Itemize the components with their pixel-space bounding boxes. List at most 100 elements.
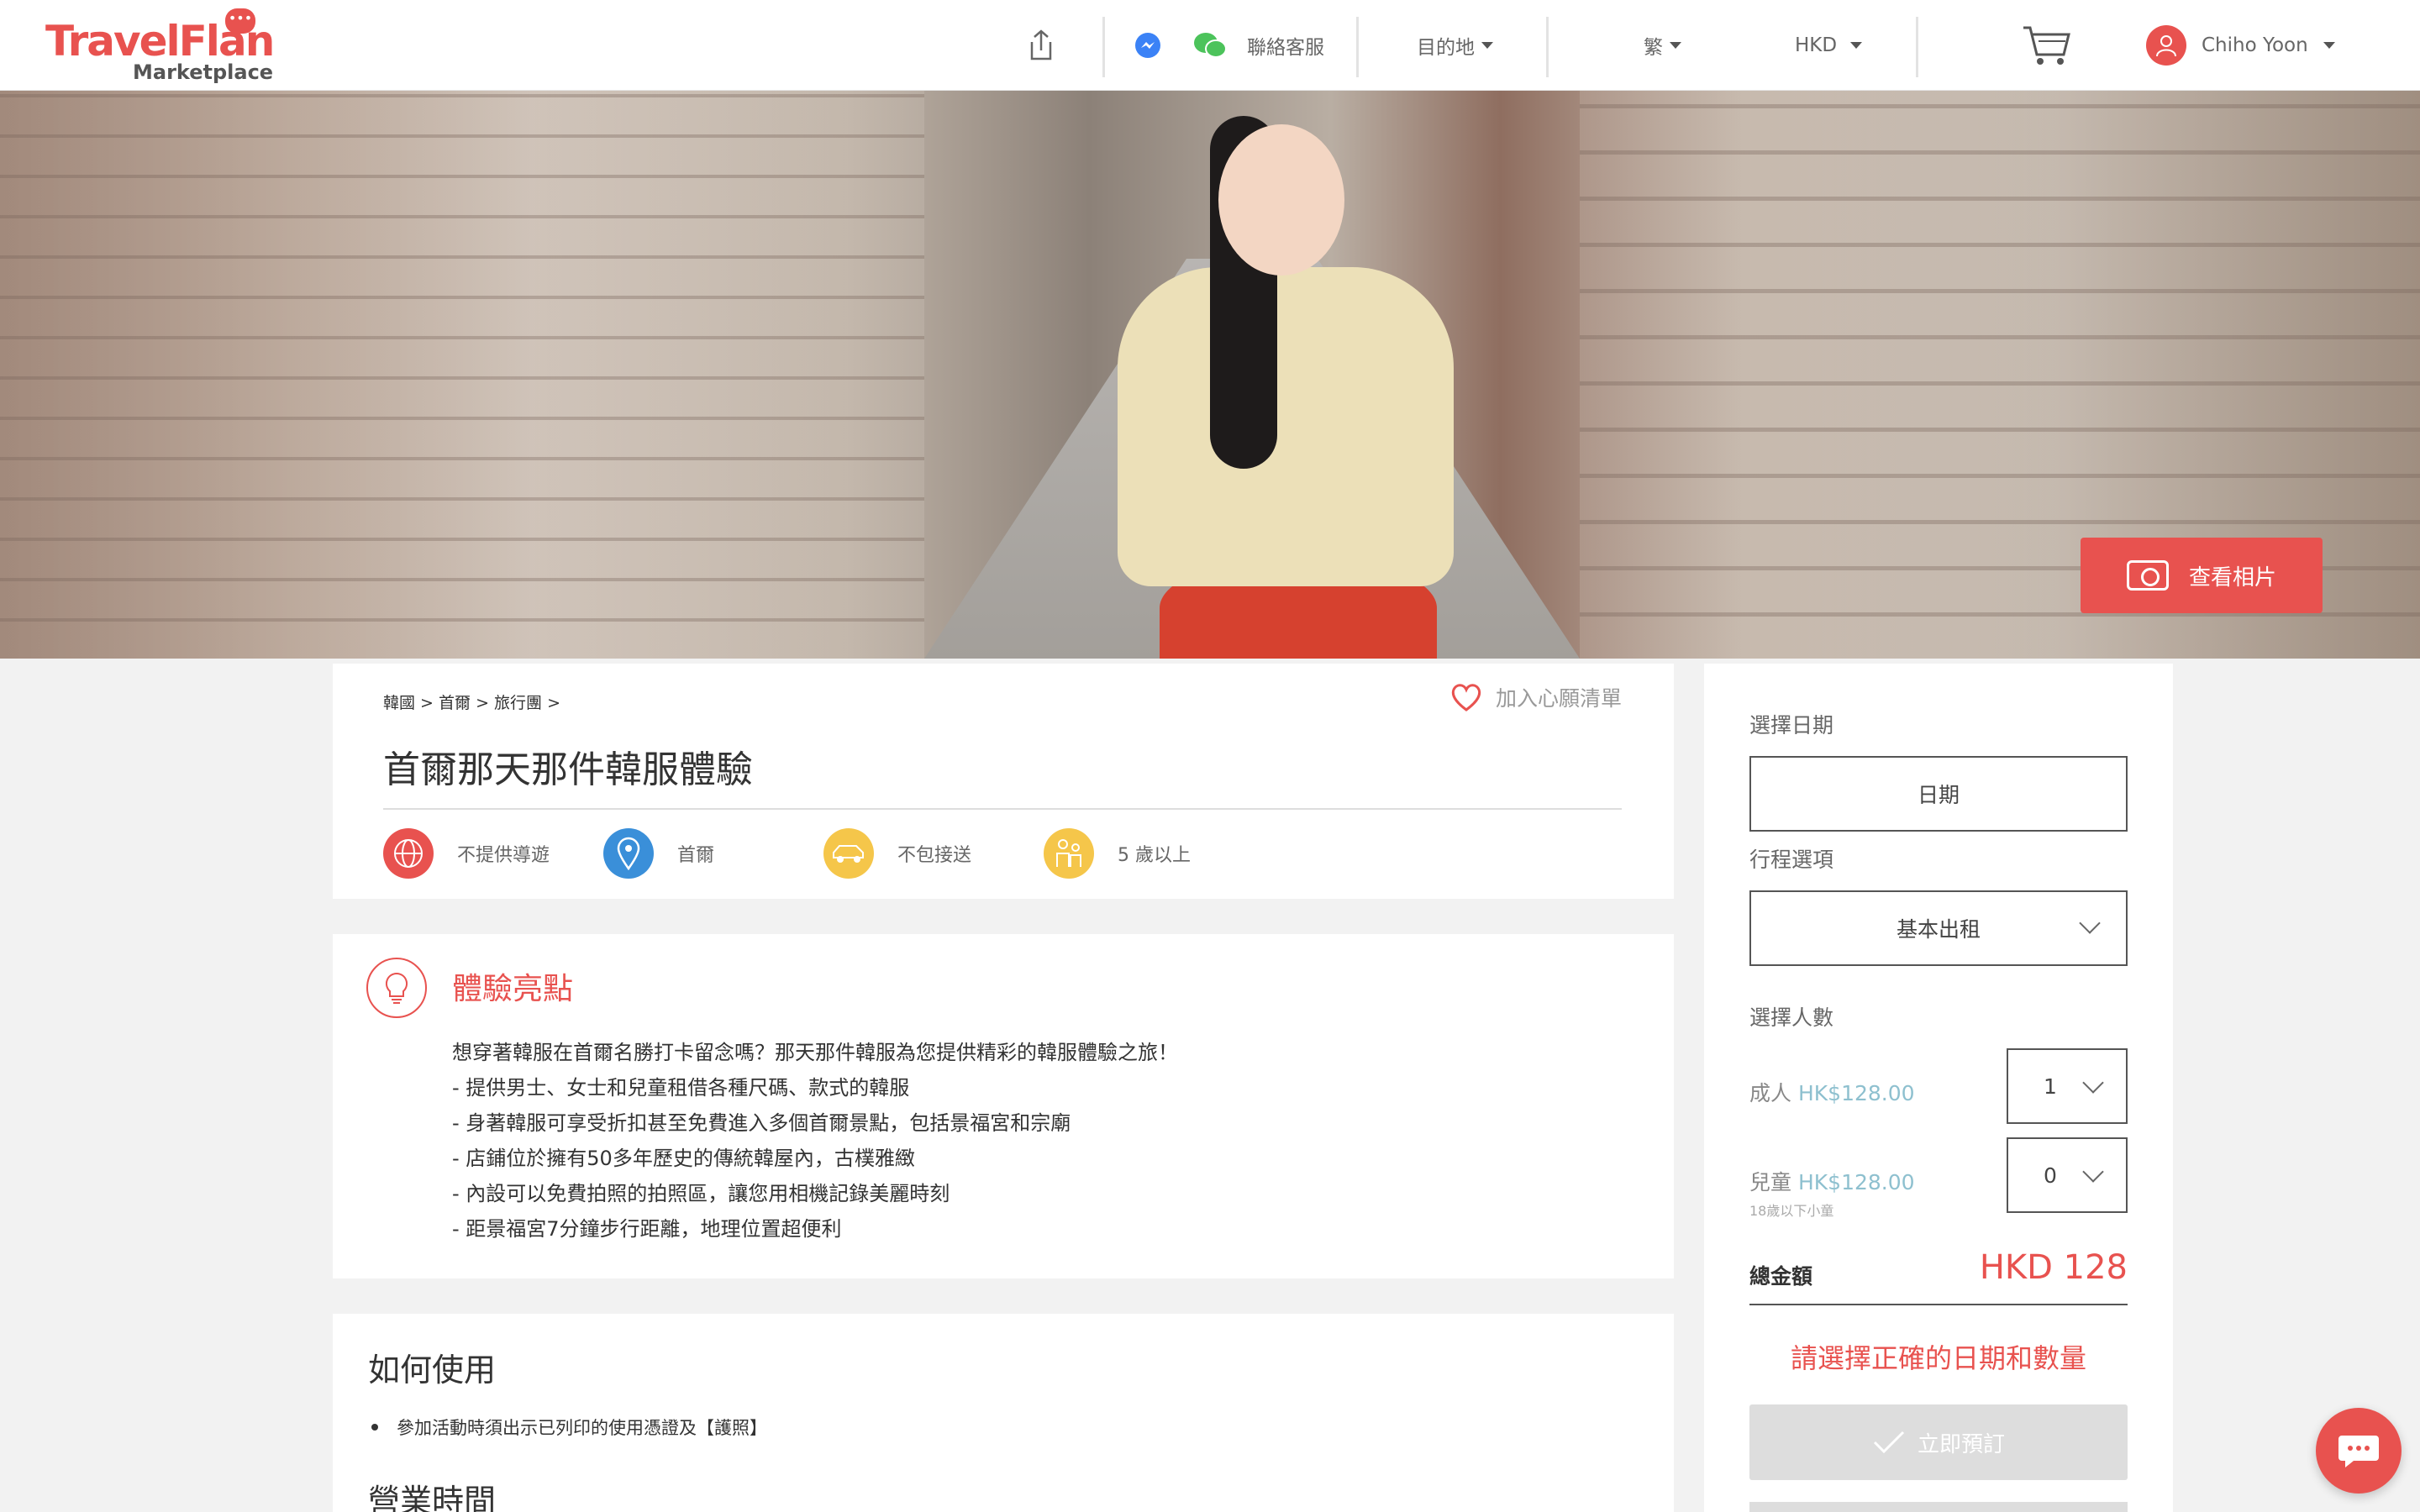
usage-item: 參加活動時須出示已列印的使用憑證及【護照】 — [371, 1415, 767, 1440]
date-label: 選擇日期 — [1749, 713, 1834, 738]
car-icon — [823, 828, 874, 879]
highlight-line: - 店鋪位於擁有50多年歷史的傳統韓屋內，古樸雅緻 — [452, 1147, 915, 1170]
hanbok-woman — [1067, 91, 1470, 659]
logo-chat-bubble-icon: ••• — [225, 8, 255, 34]
adult-qty: 1 — [2044, 1074, 2057, 1099]
feature-transfer: 不包接送 — [823, 828, 971, 879]
contact-support-link[interactable]: 聯絡客服 — [1247, 0, 1324, 91]
booking-panel: 選擇日期 日期 行程選項 基本出租 選擇人數 成人 HK$128.00 1 兒童… — [1704, 664, 2173, 1512]
chevron-down-icon — [1481, 42, 1493, 49]
highlights-card: 體驗亮點 想穿著韓服在首爾名勝打卡留念嗎？那天那件韓服為您提供精彩的韓服體驗之旅… — [333, 934, 1674, 1278]
child-label: 兒童 — [1749, 1170, 1792, 1194]
header-divider — [1356, 17, 1359, 77]
people-icon — [1044, 828, 1094, 879]
adult-row: 成人 HK$128.00 — [1749, 1077, 1915, 1107]
breadcrumb-seoul[interactable]: 首爾 — [439, 694, 471, 712]
child-row: 兒童 HK$128.00 — [1749, 1166, 1915, 1196]
hero-image: 查看相片 — [0, 91, 2420, 659]
highlight-line: - 身著韓服可享受折扣甚至免費進入多個首爾景點，包括景福宮和宗廟 — [452, 1111, 1071, 1135]
usage-title: 如何使用 — [368, 1352, 497, 1389]
child-quantity-select[interactable]: 0 — [2007, 1137, 2128, 1213]
heart-icon — [1451, 684, 1481, 711]
user-avatar-icon — [2146, 25, 2186, 66]
cart-icon[interactable] — [2022, 0, 2070, 91]
language-label: 繁 — [1644, 37, 1663, 59]
breadcrumb-tours[interactable]: 旅行團 — [494, 694, 542, 712]
highlights-title: 體驗亮點 — [452, 972, 574, 1006]
wishlist-label: 加入心願清單 — [1496, 686, 1623, 711]
wechat-icon[interactable] — [1193, 0, 1227, 91]
usage-item-text: 參加活動時須出示已列印的使用憑證及【護照】 — [397, 1418, 767, 1438]
highlight-line: 想穿著韓服在首爾名勝打卡留念嗎？那天那件韓服為您提供精彩的韓服體驗之旅！ — [452, 1041, 1178, 1064]
highlight-line: - 距景福宮7分鐘步行距離，地理位置超便利 — [452, 1217, 842, 1241]
top-navbar: TravelFlan ••• Marketplace 聯絡客服 目的地 繁 HK… — [0, 0, 2420, 91]
highlight-line: - 提供男士、女士和兒童租借各種尺碼、款式的韓服 — [452, 1076, 910, 1100]
product-title: 首爾那天那件韓服體驗 — [383, 748, 753, 791]
adult-price: HK$128.00 — [1797, 1081, 1915, 1105]
language-dropdown[interactable]: 繁 — [1644, 0, 1681, 91]
currency-label: HKD — [1795, 34, 1838, 56]
book-now-button[interactable]: 立即預訂 — [1749, 1404, 2128, 1480]
chevron-down-icon — [2323, 42, 2335, 49]
feature-location: 首爾 — [603, 828, 714, 879]
feature-age: 5 歲以上 — [1044, 828, 1191, 879]
option-value: 基本出租 — [1896, 917, 1981, 942]
stone-wall-left — [0, 91, 924, 659]
total-value: HKD 128 — [1979, 1248, 2128, 1287]
total-label: 總金額 — [1749, 1264, 1813, 1289]
bullet-icon — [371, 1424, 378, 1431]
chevron-down-icon — [2082, 1161, 2104, 1183]
currency-dropdown[interactable]: HKD — [1795, 0, 1863, 91]
feature-age-label: 5 歲以上 — [1118, 845, 1191, 866]
view-photos-button[interactable]: 查看相片 — [2081, 538, 2323, 613]
divider — [383, 808, 1622, 810]
secondary-button-edge — [1749, 1502, 2128, 1512]
feature-location-label: 首爾 — [677, 845, 715, 866]
child-qty: 0 — [2044, 1163, 2057, 1188]
date-picker[interactable]: 日期 — [1749, 756, 2128, 832]
destination-label: 目的地 — [1417, 37, 1475, 59]
chat-button[interactable] — [2316, 1408, 2402, 1494]
adult-quantity-select[interactable]: 1 — [2007, 1048, 2128, 1124]
view-photos-label: 查看相片 — [2188, 564, 2276, 591]
chat-bubble-icon — [2338, 1436, 2379, 1467]
breadcrumb: 韓國 > 首爾 > 旅行團 > — [383, 694, 561, 712]
camera-icon — [2126, 560, 2169, 591]
people-label: 選擇人數 — [1749, 1005, 1834, 1030]
option-select[interactable]: 基本出租 — [1749, 890, 2128, 966]
user-name: Chiho Yoon — [2202, 34, 2308, 56]
logo-subtext: Marketplace — [133, 60, 274, 84]
adult-label: 成人 — [1749, 1081, 1792, 1105]
header-divider — [1102, 17, 1105, 77]
child-note: 18歲以下小童 — [1749, 1203, 1834, 1219]
location-pin-icon — [603, 828, 654, 879]
option-label: 行程選項 — [1749, 848, 1834, 872]
divider — [1749, 1304, 2128, 1305]
chevron-down-icon — [1850, 42, 1863, 49]
child-price: HK$128.00 — [1797, 1170, 1915, 1194]
share-icon[interactable] — [1027, 0, 1055, 91]
header-divider — [1546, 17, 1549, 77]
chevron-down-icon — [2082, 1072, 2104, 1094]
checkmark-icon — [1873, 1431, 1905, 1454]
usage-card: 如何使用 參加活動時須出示已列印的使用憑證及【護照】 營業時間 — [333, 1314, 1674, 1512]
breadcrumb-korea[interactable]: 韓國 — [383, 694, 415, 712]
lightbulb-icon — [366, 958, 427, 1018]
feature-guide: 不提供導遊 — [383, 828, 550, 879]
chevron-down-icon — [1670, 42, 1681, 49]
chevron-down-icon — [2079, 912, 2101, 934]
destination-dropdown[interactable]: 目的地 — [1417, 0, 1493, 91]
selection-warning: 請選擇正確的日期和數量 — [1790, 1342, 2086, 1374]
hours-title: 營業時間 — [368, 1483, 497, 1512]
globe-icon — [383, 828, 434, 879]
feature-guide-label: 不提供導遊 — [457, 845, 550, 866]
messenger-icon[interactable] — [1134, 0, 1161, 91]
header-divider — [1916, 17, 1918, 77]
book-now-label: 立即預訂 — [1917, 1431, 2005, 1457]
feature-transfer-label: 不包接送 — [897, 845, 972, 866]
highlight-line: - 內設可以免費拍照的拍照區，讓您用相機記錄美麗時刻 — [452, 1182, 950, 1205]
wishlist-button[interactable]: 加入心願清單 — [1450, 682, 1622, 712]
travelflan-logo[interactable]: TravelFlan ••• Marketplace — [45, 8, 275, 84]
highlights-list: 想穿著韓服在首爾名勝打卡留念嗎？那天那件韓服為您提供精彩的韓服體驗之旅！ - 提… — [452, 1035, 1178, 1247]
user-menu[interactable]: Chiho Yoon — [2146, 0, 2335, 91]
